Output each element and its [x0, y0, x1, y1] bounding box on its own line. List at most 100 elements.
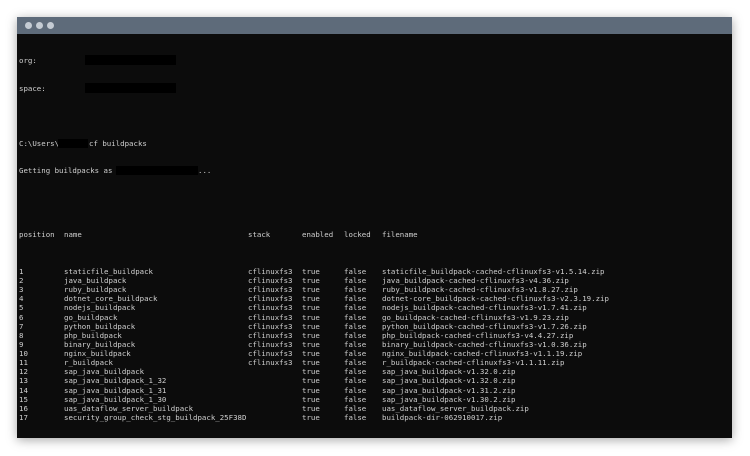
cell-position: 17 — [19, 413, 28, 423]
cell-enabled: true — [302, 349, 320, 359]
cell-filename: uas_dataflow_server_buildpack.zip — [382, 403, 529, 413]
window-titlebar[interactable] — [17, 17, 732, 34]
cell-enabled: true — [302, 275, 320, 285]
window-control-dot-icon[interactable] — [47, 22, 54, 29]
cell-locked: false — [344, 339, 367, 349]
table-row: 16 uas_dataflow_server_buildpack true false… — [19, 404, 732, 413]
cell-filename: sap_java_buildpack-v1.32.0.zip — [382, 367, 516, 377]
cell-locked: false — [344, 385, 367, 395]
table-row: 2 java_buildpack cflinuxfs3 true false java_b… — [19, 276, 732, 285]
cell-name: java_buildpack — [64, 275, 127, 285]
cell-enabled: true — [302, 339, 320, 349]
cell-enabled: true — [302, 367, 320, 377]
cell-enabled: true — [302, 385, 320, 395]
cell-enabled: true — [302, 394, 320, 404]
cell-enabled: true — [302, 321, 320, 331]
cell-enabled: true — [302, 413, 320, 423]
cell-position: 12 — [19, 367, 28, 377]
cell-filename: ruby_buildpack-cached-cflinuxfs3-v1.8.27… — [382, 285, 578, 295]
getting-prefix: Getting buildpacks as — [19, 166, 113, 176]
cell-position: 2 — [19, 275, 24, 285]
cell-position: 5 — [19, 303, 24, 313]
cell-filename: r_buildpack-cached-cflinuxfs3-v1.1.11.zi… — [382, 358, 565, 368]
cell-filename: buildpack-dir-062910017.zip — [382, 413, 503, 423]
table-row: 12 sap_java_buildpack true false sap_java_bu… — [19, 367, 732, 376]
header-position: position — [19, 230, 55, 240]
cell-stack: cflinuxfs3 — [248, 330, 293, 340]
cell-name: staticfile_buildpack — [64, 266, 153, 276]
cell-locked: false — [344, 266, 367, 276]
cell-name: r_buildpack — [64, 358, 113, 368]
header-locked: locked — [344, 230, 371, 240]
cell-locked: false — [344, 349, 367, 359]
terminal-output[interactable]: org: space: C:\Users\ cf buildpacks Getti… — [19, 38, 732, 438]
cell-locked: false — [344, 394, 367, 404]
window-control-dot-icon[interactable] — [36, 22, 43, 29]
cell-locked: false — [344, 367, 367, 377]
cell-locked: false — [344, 285, 367, 295]
table-row: 9 binary_buildpack cflinuxfs3 true false bina… — [19, 340, 732, 349]
table-row: 7 python_buildpack cflinuxfs3 true false pyth… — [19, 322, 732, 331]
cell-stack: cflinuxfs3 — [248, 285, 293, 295]
org-label: org: — [19, 56, 37, 66]
cell-position: 13 — [19, 376, 28, 386]
cell-name: nginx_buildpack — [64, 349, 131, 359]
cell-name: security_group_check_stg_buildpack_25F38… — [64, 413, 247, 423]
cell-stack: cflinuxfs3 — [248, 349, 293, 359]
header-filename: filename — [382, 230, 418, 240]
cell-name: nodejs_buildpack — [64, 303, 136, 313]
cell-name: sap_java_buildpack_1_32 — [64, 376, 167, 386]
cell-name: php_buildpack — [64, 330, 122, 340]
redacted-org — [85, 55, 176, 66]
cell-stack: cflinuxfs3 — [248, 321, 293, 331]
space-label: space: — [19, 83, 46, 93]
cell-filename: sap_java_buildpack-v1.31.2.zip — [382, 385, 516, 395]
cell-position: 1 — [19, 266, 24, 276]
cell-stack: cflinuxfs3 — [248, 303, 293, 313]
cell-enabled: true — [302, 376, 320, 386]
cell-stack: cflinuxfs3 — [248, 339, 293, 349]
cell-locked: false — [344, 358, 367, 368]
cell-filename: sap_java_buildpack-v1.32.0.zip — [382, 376, 516, 386]
cell-locked: false — [344, 275, 367, 285]
cell-name: dotnet_core_buildpack — [64, 294, 158, 304]
cell-filename: python_buildpack-cached-cflinuxfs3-v1.7.… — [382, 321, 587, 331]
cell-filename: go_buildpack-cached-cflinuxfs3-v1.9.23.z… — [382, 312, 569, 322]
cell-enabled: true — [302, 330, 320, 340]
cell-stack: cflinuxfs3 — [248, 312, 293, 322]
cell-name: ruby_buildpack — [64, 285, 127, 295]
cell-stack: cflinuxfs3 — [248, 294, 293, 304]
redacted-user-email — [116, 166, 198, 176]
cell-filename: php_buildpack-cached-cflinuxfs3-v4.4.27.… — [382, 330, 574, 340]
table-row: 4 dotnet_core_buildpack cflinuxfs3 true fals… — [19, 294, 732, 303]
cell-name: uas_dataflow_server_buildpack — [64, 403, 194, 413]
cell-name: sap_java_buildpack_1_31 — [64, 385, 167, 395]
cell-locked: false — [344, 303, 367, 313]
cell-enabled: true — [302, 294, 320, 304]
cell-locked: false — [344, 294, 367, 304]
table-row: 10 nginx_buildpack cflinuxfs3 true false ngin… — [19, 349, 732, 358]
table-row: 13 sap_java_buildpack_1_32 true false sap_ja… — [19, 376, 732, 385]
getting-suffix: ... — [198, 166, 212, 176]
cell-filename: nginx_buildpack-cached-cflinuxfs3-v1.1.1… — [382, 349, 583, 359]
table-row: 1 staticfile_buildpack cflinuxfs3 true false… — [19, 267, 732, 276]
table-row: 3 ruby_buildpack cflinuxfs3 true false ruby_b… — [19, 285, 732, 294]
cell-position: 16 — [19, 403, 28, 413]
cell-locked: false — [344, 403, 367, 413]
table-header: position name stack enabled locked filen… — [19, 230, 732, 239]
table-row: 17 security_group_check_stg_buildpack_25F… — [19, 413, 732, 422]
header-stack: stack — [248, 230, 271, 240]
table-row: 11 r_buildpack cflinuxfs3 true false r_buildp… — [19, 358, 732, 367]
table-row: 8 php_buildpack cflinuxfs3 true false php_bui… — [19, 331, 732, 340]
window-control-dot-icon[interactable] — [25, 22, 32, 29]
cell-enabled: true — [302, 303, 320, 313]
cell-name: sap_java_buildpack_1_30 — [64, 394, 167, 404]
cell-position: 15 — [19, 394, 28, 404]
cell-name: python_buildpack — [64, 321, 136, 331]
cell-locked: false — [344, 321, 367, 331]
cell-enabled: true — [302, 285, 320, 295]
table-row: 5 nodejs_buildpack cflinuxfs3 true false node… — [19, 303, 732, 312]
header-enabled: enabled — [302, 230, 334, 240]
cell-locked: false — [344, 376, 367, 386]
table-row: 15 sap_java_buildpack_1_30 true false sap_ja… — [19, 395, 732, 404]
